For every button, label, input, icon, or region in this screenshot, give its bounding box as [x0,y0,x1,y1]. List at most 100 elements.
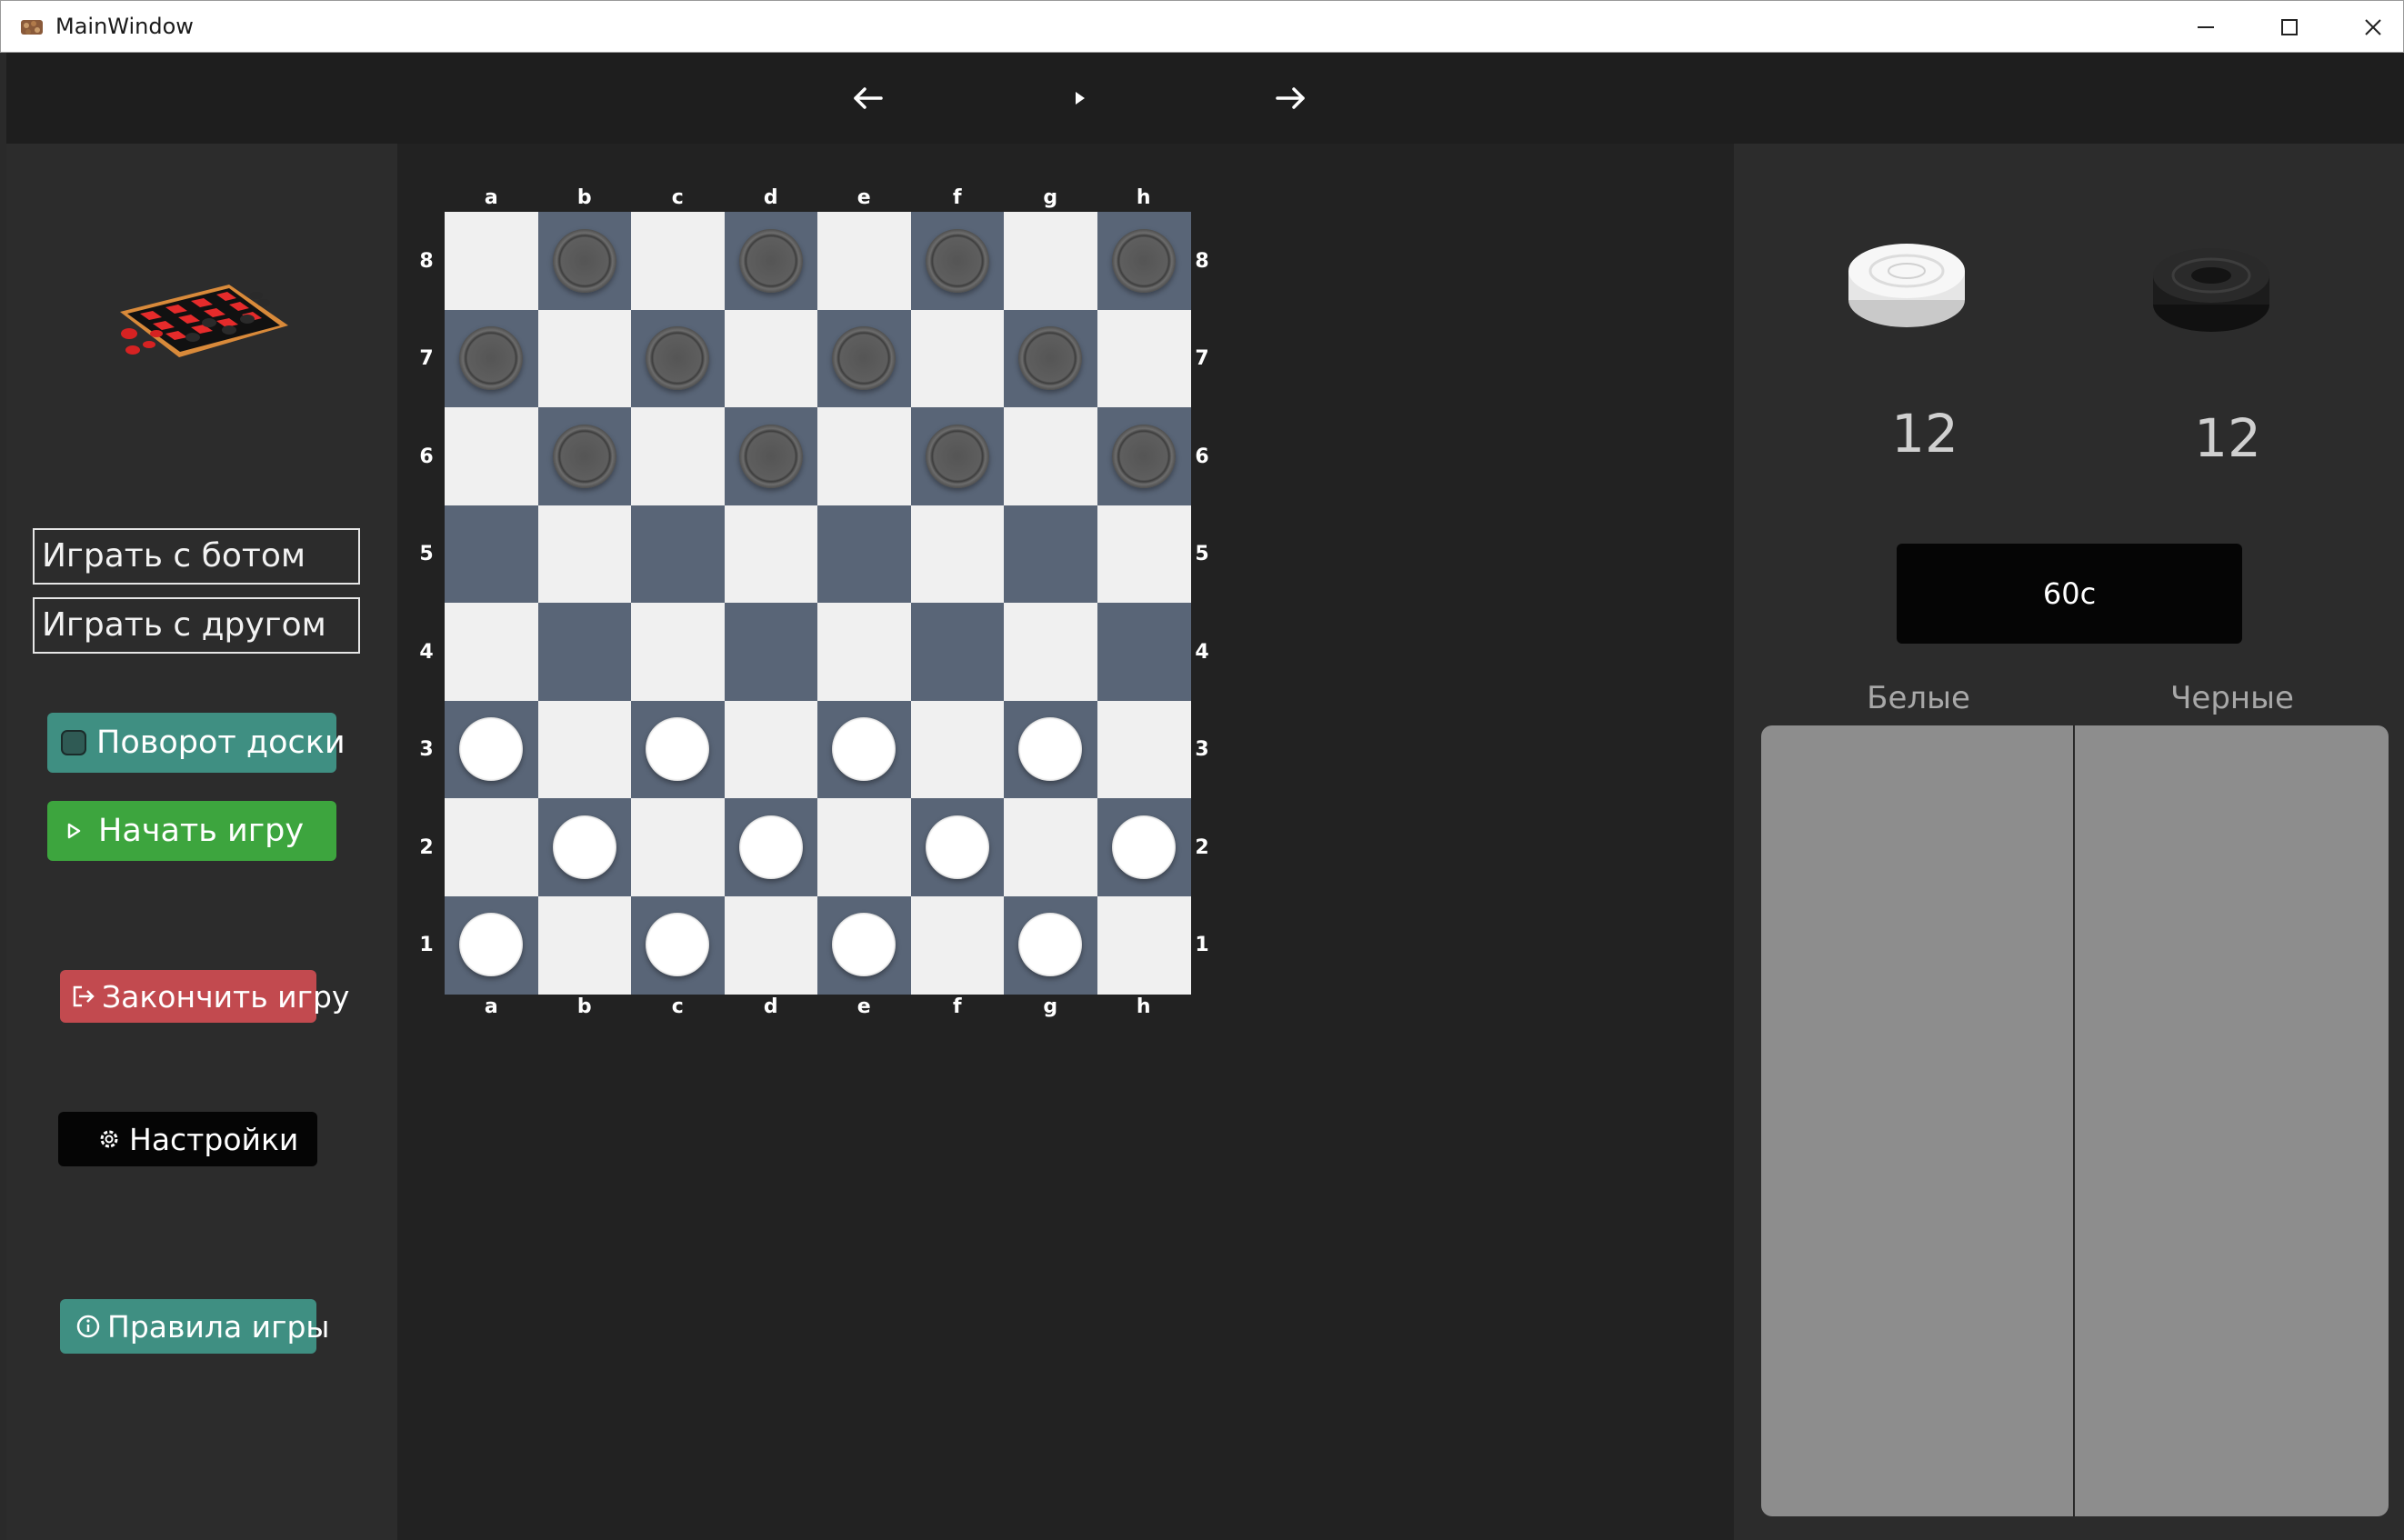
square-e6[interactable] [817,407,912,506]
white-piece-d2[interactable] [738,815,803,879]
next-move-button[interactable] [1263,75,1317,121]
rotate-board-toggle[interactable]: Поворот доски [47,713,346,773]
square-c2[interactable] [631,798,726,897]
app-area: Играть с ботом Играть с другом Поворот д… [6,53,2404,1540]
play-button[interactable] [1052,75,1107,121]
black-piece-b6[interactable] [552,424,616,488]
square-a5[interactable] [445,505,539,604]
square-g6[interactable] [1004,407,1098,506]
square-f7[interactable] [910,309,1005,408]
square-e4[interactable] [817,603,912,702]
square-d3[interactable] [724,700,818,799]
minimize-button[interactable] [2165,1,2247,54]
close-button[interactable] [2332,1,2404,54]
square-d4[interactable] [724,603,818,702]
moves-table[interactable] [1761,725,2389,1516]
square-h1[interactable] [1097,895,1191,995]
maximize-button[interactable] [2249,1,2330,54]
square-b7[interactable] [537,309,632,408]
square-e8[interactable] [817,212,912,311]
settings-button[interactable]: Настройки [58,1112,317,1166]
black-moves-header: Черные [2170,680,2294,716]
square-b5[interactable] [537,505,632,604]
rank-label-3-left: 3 [419,738,434,762]
square-c5[interactable] [631,505,726,604]
rank-label-1-left: 1 [419,934,434,957]
rules-label: Правила игры [107,1308,330,1345]
square-a6[interactable] [445,407,539,506]
move-navigation-bar [6,53,2404,144]
file-label-f-top: f [952,186,962,209]
previous-move-button[interactable] [841,75,896,121]
checkers-logo [120,285,288,357]
square-c8[interactable] [631,212,726,311]
settings-label: Настройки [129,1121,299,1157]
arrow-left-icon [854,87,883,109]
white-piece-icon [1848,244,1965,327]
rank-label-5-right: 5 [1195,543,1209,566]
white-moves-list[interactable] [1761,725,2073,1516]
black-piece-b8[interactable] [552,228,616,293]
rotate-board-label: Поворот доски [96,725,346,761]
black-piece-d8[interactable] [738,228,803,293]
square-c4[interactable] [631,603,726,702]
square-h5[interactable] [1097,505,1191,604]
white-piece-f2[interactable] [925,815,989,879]
black-count: 12 [2194,407,2261,469]
rank-label-2-right: 2 [1195,835,1209,859]
square-d1[interactable] [724,895,818,995]
square-d7[interactable] [724,309,818,408]
checkers-board[interactable]: a a b b c c d d e e f f g g h h 8 8 7 7 6 6 5 5 4 4 3 3 2 2 1 1 [419,186,1690,1505]
play-with-bot-button[interactable]: Играть с ботом [33,528,360,585]
checkbox-icon[interactable] [60,728,87,757]
file-label-c-bottom: c [671,995,684,1018]
board-area: a a b b c c d d e e f f g g h h 8 8 7 7 6 6 5 5 4 4 3 3 2 2 1 1 [397,144,1734,1540]
play-with-friend-button[interactable]: Играть с другом [33,597,360,654]
rank-label-6-left: 6 [419,445,434,468]
rules-button[interactable]: Правила игры [60,1299,329,1354]
square-g4[interactable] [1004,603,1098,702]
start-game-button[interactable]: Начать игру [47,801,336,861]
rank-label-6-right: 6 [1195,445,1209,468]
square-c6[interactable] [631,407,726,506]
black-piece-f6[interactable] [925,424,989,488]
square-e5[interactable] [817,505,912,604]
white-piece-h2[interactable] [1111,815,1176,879]
square-f3[interactable] [910,700,1005,799]
start-game-label: Начать игру [98,813,305,849]
square-h4[interactable] [1097,603,1191,702]
square-e2[interactable] [817,798,912,897]
square-f1[interactable] [910,895,1005,995]
square-b1[interactable] [537,895,632,995]
white-moves-header: Белые [1867,680,1970,716]
sidebar: Играть с ботом Играть с другом Поворот д… [6,144,397,1540]
black-piece-h8[interactable] [1111,228,1176,293]
white-count: 12 [1891,403,1958,465]
black-moves-list[interactable] [2075,725,2387,1516]
square-f5[interactable] [910,505,1005,604]
end-game-label: Закончить игру [102,978,350,1015]
black-piece-f8[interactable] [925,228,989,293]
black-piece-d6[interactable] [738,424,803,488]
square-d5[interactable] [724,505,818,604]
square-g5[interactable] [1004,505,1098,604]
square-g2[interactable] [1004,798,1098,897]
file-label-b-top: b [576,186,592,209]
gear-icon [95,1125,124,1154]
rank-label-7-left: 7 [419,347,434,371]
black-piece-h6[interactable] [1111,424,1176,488]
file-label-c-top: c [671,186,684,209]
end-game-button[interactable]: Закончить игру [60,970,349,1023]
square-b3[interactable] [537,700,632,799]
file-label-h-top: h [1136,186,1151,209]
play-icon [60,816,89,845]
square-b4[interactable] [537,603,632,702]
square-a4[interactable] [445,603,539,702]
square-f4[interactable] [910,603,1005,702]
square-h3[interactable] [1097,700,1191,799]
white-piece-b2[interactable] [552,815,616,879]
square-a2[interactable] [445,798,539,897]
square-g8[interactable] [1004,212,1098,311]
square-a8[interactable] [445,212,539,311]
square-h7[interactable] [1097,309,1191,408]
